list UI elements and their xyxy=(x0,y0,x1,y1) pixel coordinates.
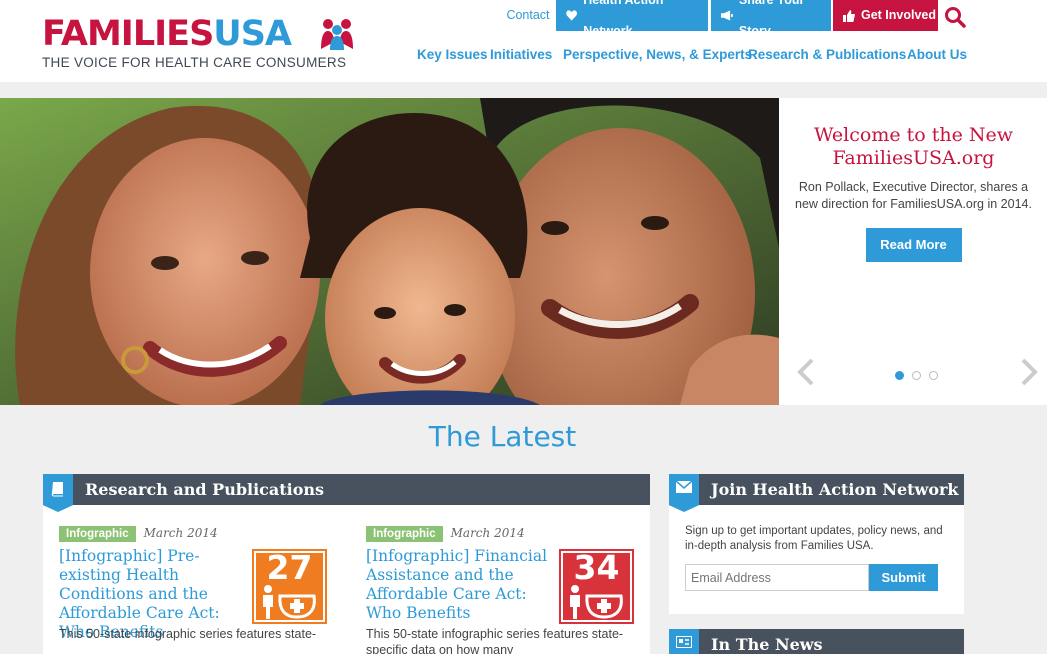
carousel-dot-1[interactable] xyxy=(895,371,904,380)
book-icon xyxy=(51,482,63,497)
article-card[interactable]: Infographic March 2014 [Infographic] Pre-… xyxy=(59,524,337,641)
in-the-news-card: In The News xyxy=(669,629,964,654)
infographic-people-icon xyxy=(561,551,632,622)
carousel-prev-arrow-icon[interactable] xyxy=(794,357,816,387)
thumbs-up-icon xyxy=(843,9,855,22)
nav-about-us[interactable]: About Us xyxy=(907,47,967,62)
contact-link[interactable]: Contact xyxy=(500,0,556,31)
article-card[interactable]: Infographic March 2014 [Infographic] Fina… xyxy=(366,524,644,654)
infographic-people-icon xyxy=(254,551,325,622)
newspaper-ribbon xyxy=(669,629,699,654)
hero-carousel: Welcome to the New FamiliesUSA.org Ron P… xyxy=(0,98,1047,405)
nav-initiatives[interactable]: Initiatives xyxy=(490,47,552,62)
submit-button[interactable]: Submit xyxy=(869,564,938,591)
health-action-network-label: Health Action Network xyxy=(583,0,663,38)
article-tag[interactable]: Infographic xyxy=(366,526,443,542)
hero-description: Ron Pollack, Executive Director, shares … xyxy=(795,180,1032,211)
join-network-card: Join Health Action Network Sign up to ge… xyxy=(669,474,964,614)
get-involved-label: Get Involved xyxy=(861,8,937,22)
nav-research-publications[interactable]: Research & Publications xyxy=(748,47,906,62)
search-icon[interactable] xyxy=(944,6,966,28)
logo-people-icon xyxy=(321,19,353,50)
email-field[interactable] xyxy=(685,564,869,591)
nav-perspective-news-experts[interactable]: Perspective, News, & Experts xyxy=(563,47,752,62)
share-your-story-button[interactable]: Share Your Story xyxy=(710,0,831,38)
get-involved-button[interactable]: Get Involved xyxy=(833,0,938,31)
article-tag[interactable]: Infographic xyxy=(59,526,136,542)
join-description: Sign up to get important updates, policy… xyxy=(685,525,943,552)
hero-title: Welcome to the New FamiliesUSA.org xyxy=(813,124,1014,169)
join-card-header: Join Health Action Network xyxy=(669,474,964,505)
envelope-ribbon xyxy=(669,474,699,512)
main-nav: Key Issues Initiatives Perspective, News… xyxy=(0,47,1047,67)
health-action-network-button[interactable]: Health Action Network xyxy=(556,0,708,38)
hero-panel: Welcome to the New FamiliesUSA.org Ron P… xyxy=(780,98,1047,405)
envelope-icon xyxy=(676,481,692,493)
nav-key-issues[interactable]: Key Issues xyxy=(417,47,488,62)
article-date: March 2014 xyxy=(450,526,525,540)
share-your-story-label: Share Your Story xyxy=(738,0,805,38)
read-more-button[interactable]: Read More xyxy=(865,228,962,262)
article-title[interactable]: [Infographic] Financial Assistance and t… xyxy=(366,547,552,623)
carousel-next-arrow-icon[interactable] xyxy=(1019,357,1041,387)
hero-photo xyxy=(0,98,779,405)
carousel-dots xyxy=(895,371,938,380)
megaphone-icon xyxy=(721,10,733,21)
site-header: FAMILIESUSA THE VOICE FOR HEALTH CARE CO… xyxy=(0,0,1047,82)
article-date: March 2014 xyxy=(143,526,218,540)
article-thumbnail[interactable]: 27 xyxy=(252,549,327,624)
news-card-header: In The News xyxy=(669,629,964,654)
article-description: This 50-state infographic series feature… xyxy=(59,627,317,641)
heart-icon xyxy=(566,10,577,21)
book-ribbon xyxy=(43,474,73,512)
research-card-header: Research and Publications xyxy=(43,474,650,505)
carousel-dot-2[interactable] xyxy=(912,371,921,380)
article-thumbnail[interactable]: 34 xyxy=(559,549,634,624)
article-description: This 50-state infographic series feature… xyxy=(366,627,624,654)
newspaper-icon xyxy=(676,636,692,648)
carousel-dot-3[interactable] xyxy=(929,371,938,380)
research-card: Research and Publications Infographic Mar… xyxy=(43,474,650,654)
section-title: The Latest xyxy=(428,420,577,453)
